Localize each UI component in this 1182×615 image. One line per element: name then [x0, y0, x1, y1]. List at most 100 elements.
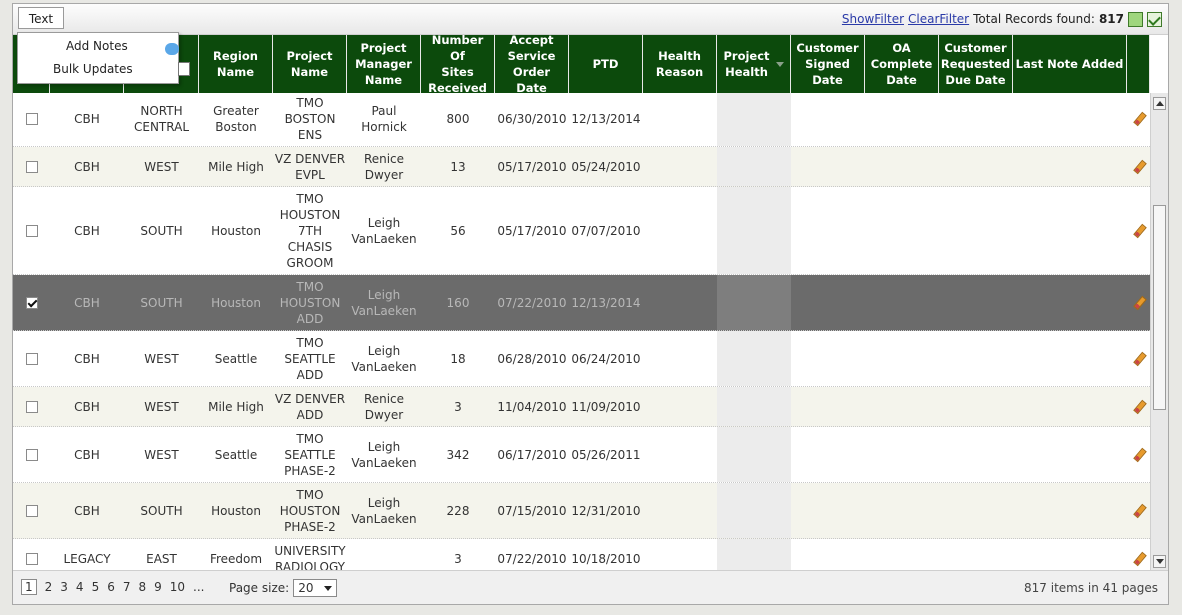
items-info: 817 items in 41 pages — [1024, 581, 1158, 595]
cell-accept: 06/28/2010 — [497, 351, 567, 366]
table-row[interactable]: CBH WEST Mile High VZ DENVER ADD Renice Dwye… — [13, 387, 1150, 427]
total-records-value: 817 — [1098, 12, 1124, 26]
clear-filter-link[interactable]: ClearFilter — [908, 12, 969, 26]
column-header-9[interactable]: Health Reason — [643, 35, 717, 93]
cell-empty-10 — [717, 427, 791, 482]
cell-ptd: 06/24/2010 — [571, 351, 641, 366]
table-row[interactable]: CBH NORTH CENTRAL Greater Boston TMO BOSTON… — [13, 93, 1150, 147]
column-header-14[interactable]: Last Note Added — [1013, 35, 1127, 93]
column-header-12[interactable]: OA Complete Date — [865, 35, 939, 93]
row-select-cell — [13, 483, 50, 538]
row-checkbox[interactable] — [25, 400, 38, 413]
row-checkbox[interactable] — [25, 112, 38, 125]
show-filter-link[interactable]: ShowFilter — [842, 12, 904, 26]
column-header-4[interactable]: Project Name — [273, 35, 347, 93]
table-row[interactable]: CBH SOUTH Houston TMO HOUSTON 7TH CHASIS GR… — [13, 187, 1150, 275]
cell-empty-9 — [643, 539, 717, 570]
pencil-icon[interactable] — [1133, 160, 1145, 174]
table-row[interactable]: CBH WEST Seattle TMO SEATTLE ADD Leigh VanLa… — [13, 331, 1150, 387]
row-checkbox[interactable] — [25, 352, 38, 365]
table-row[interactable]: CBH WEST Mile High VZ DENVER EVPL Renice Dwy… — [13, 147, 1150, 187]
pencil-icon[interactable] — [1133, 296, 1145, 310]
table-row[interactable]: LEGACY EAST Freedom UNIVERSITY RADIOLOGY 3 07… — [13, 539, 1150, 570]
pencil-icon[interactable] — [1133, 112, 1145, 126]
pencil-icon[interactable] — [1133, 552, 1145, 566]
cell-empty-13 — [939, 483, 1013, 538]
cell-ptd: 05/26/2011 — [571, 447, 641, 462]
pencil-icon[interactable] — [1133, 448, 1145, 462]
page-link[interactable]: 10 — [170, 580, 185, 594]
cell-empty-14 — [1013, 331, 1127, 386]
page-link[interactable]: 6 — [107, 580, 115, 594]
export-check-icon[interactable] — [1147, 11, 1162, 27]
column-header-7[interactable]: Accept Service Order Date — [495, 33, 569, 95]
page-link[interactable]: 2 — [45, 580, 53, 594]
cell-accept: 07/15/2010 — [497, 503, 567, 518]
cell-empty-13 — [939, 187, 1013, 274]
row-edit-cell — [1127, 483, 1150, 538]
row-select-cell — [13, 93, 50, 146]
page-link[interactable]: 9 — [154, 580, 162, 594]
cell-empty-12 — [865, 275, 939, 330]
edit-note-icon[interactable] — [178, 62, 190, 76]
row-checkbox[interactable] — [25, 504, 38, 517]
cell-accept: 11/04/2010 — [497, 399, 567, 414]
scroll-up-icon[interactable] — [1153, 97, 1166, 110]
row-select-cell — [13, 539, 50, 570]
cell-ptd: 11/09/2010 — [571, 399, 641, 414]
vertical-scrollbar[interactable] — [1150, 93, 1168, 570]
page-size-select[interactable]: 20 — [293, 579, 338, 597]
menu-item-add-notes[interactable]: Add Notes — [66, 39, 128, 53]
page-link[interactable]: 8 — [138, 580, 146, 594]
cell-empty-9 — [643, 427, 717, 482]
cell-manager: Paul Hornick — [361, 103, 407, 134]
column-header-13[interactable]: Customer Requested Due Date — [939, 35, 1013, 93]
table-row[interactable]: CBH SOUTH Houston TMO HOUSTON PHASE-2 Leigh … — [13, 483, 1150, 539]
scroll-thumb[interactable] — [1153, 205, 1166, 410]
column-header-5[interactable]: Project Manager Name — [347, 35, 421, 93]
row-checkbox[interactable] — [25, 224, 38, 237]
cell-accept: 07/22/2010 — [497, 295, 567, 310]
toolbar-right: ShowFilter ClearFilter Total Records fou… — [842, 10, 1162, 28]
table-row[interactable]: CBH WEST Seattle TMO SEATTLE PHASE-2 Leigh V… — [13, 427, 1150, 483]
page-link[interactable]: 3 — [60, 580, 68, 594]
cell-empty-14 — [1013, 387, 1127, 426]
note-bubble-icon[interactable] — [165, 43, 179, 55]
cell-region: Mile High — [208, 399, 264, 414]
column-header-11[interactable]: Customer Signed Date — [791, 35, 865, 93]
page-link[interactable]: 7 — [123, 580, 131, 594]
table-row[interactable]: CBH SOUTH Houston TMO HOUSTON ADD Leigh VanL… — [13, 275, 1150, 331]
pencil-icon[interactable] — [1133, 352, 1145, 366]
page-link[interactable]: 5 — [92, 580, 100, 594]
menu-item-bulk-updates[interactable]: Bulk Updates — [53, 62, 133, 76]
row-checkbox[interactable] — [25, 448, 38, 461]
page-link[interactable]: 1 — [21, 579, 37, 595]
cell-empty-10 — [717, 539, 791, 570]
column-header-15[interactable] — [1127, 35, 1150, 93]
cell-manager: Leigh VanLaeken — [351, 287, 417, 318]
page-link[interactable]: ... — [193, 580, 204, 594]
column-header-10[interactable]: Project Health — [717, 35, 791, 93]
text-button[interactable]: Text — [18, 7, 64, 29]
cell-project: TMO SEATTLE ADD — [284, 335, 336, 382]
cell-accept: 05/17/2010 — [497, 223, 567, 238]
cell-ptd: 12/13/2014 — [571, 111, 641, 126]
cell-manager: Leigh VanLaeken — [351, 215, 417, 246]
row-edit-cell — [1127, 539, 1150, 570]
scroll-down-icon[interactable] — [1153, 555, 1166, 568]
row-checkbox[interactable] — [25, 160, 38, 173]
cell-manager: Renice Dwyer — [363, 151, 405, 182]
pencil-icon[interactable] — [1133, 400, 1145, 414]
column-header-3[interactable]: Region Name — [199, 35, 273, 93]
cell-empty-9 — [643, 483, 717, 538]
pencil-icon[interactable] — [1133, 504, 1145, 518]
page-link[interactable]: 4 — [76, 580, 84, 594]
column-header-6[interactable]: Number Of Sites Received — [421, 33, 495, 95]
row-checkbox[interactable] — [25, 552, 38, 565]
total-records-label: Total Records found: — [973, 12, 1095, 26]
export-excel-icon[interactable] — [1128, 11, 1143, 27]
cell-empty-10 — [717, 275, 791, 330]
column-header-8[interactable]: PTD — [569, 35, 643, 93]
pencil-icon[interactable] — [1133, 224, 1145, 238]
row-checkbox[interactable] — [25, 296, 38, 309]
